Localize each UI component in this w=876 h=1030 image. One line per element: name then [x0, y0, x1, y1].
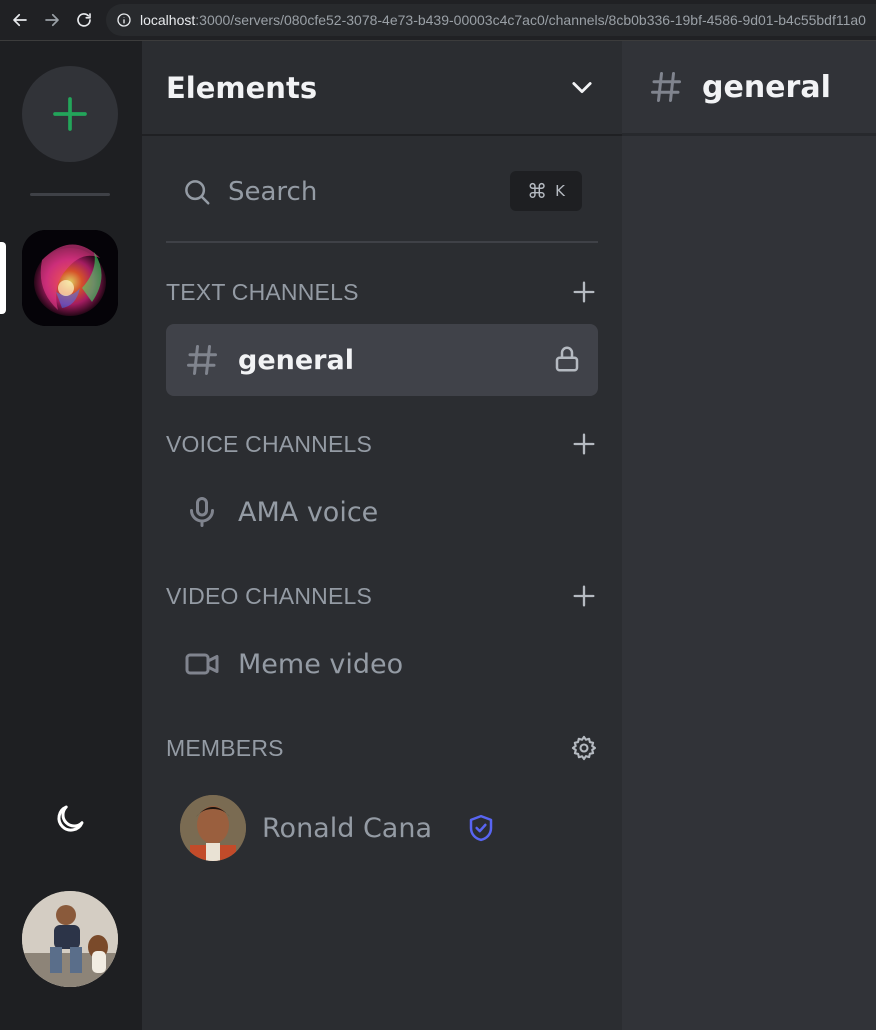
channel-sidebar: Elements Search ⌘ K TEXT CHANNELS genera… — [142, 41, 622, 1030]
search-icon — [185, 180, 210, 205]
back-button[interactable] — [4, 4, 36, 36]
reload-icon — [77, 13, 91, 27]
plus-icon — [53, 97, 87, 131]
address-bar[interactable]: localhost:3000/servers/080cfe52-3078-4e7… — [106, 4, 876, 36]
mic-icon — [190, 497, 214, 527]
section-text-channels: TEXT CHANNELS — [166, 272, 598, 312]
hash-icon — [651, 72, 681, 102]
server-header[interactable]: Elements — [142, 41, 622, 136]
add-voice-channel-icon[interactable] — [570, 430, 598, 458]
section-video-channels: VIDEO CHANNELS — [166, 576, 598, 616]
server-image — [22, 230, 118, 326]
section-members: MEMBERS — [166, 728, 598, 768]
shortcut-key: K — [555, 182, 565, 200]
command-key-icon: ⌘ — [527, 179, 548, 203]
theme-toggle-button[interactable] — [50, 799, 90, 839]
reload-button[interactable] — [68, 4, 100, 36]
forward-button[interactable] — [36, 4, 68, 36]
lock-icon — [555, 346, 579, 372]
active-server-indicator — [0, 242, 6, 314]
hash-icon — [187, 345, 217, 375]
search-button[interactable]: Search ⌘ K — [166, 157, 598, 227]
server-icon-elements[interactable] — [22, 230, 118, 326]
add-server-button[interactable] — [22, 66, 118, 162]
section-title: VOICE CHANNELS — [166, 430, 373, 457]
channel-name: AMA voice — [238, 496, 379, 528]
member-name: Ronald Cana — [262, 812, 433, 844]
section-title: TEXT CHANNELS — [166, 278, 359, 305]
sidebar-divider — [166, 241, 598, 243]
server-name: Elements — [166, 70, 318, 105]
channel-item-ama-voice[interactable]: AMA voice — [166, 476, 598, 548]
channel-name: Meme video — [238, 648, 404, 680]
moon-icon — [57, 805, 84, 832]
channel-item-general[interactable]: general — [166, 324, 598, 396]
browser-toolbar: localhost:3000/servers/080cfe52-3078-4e7… — [0, 0, 876, 41]
chat-header: general — [622, 41, 876, 136]
chevron-down-icon[interactable] — [568, 73, 596, 101]
gear-icon[interactable] — [570, 734, 598, 762]
chat-channel-name: general — [702, 69, 831, 105]
channel-item-meme-video[interactable]: Meme video — [166, 628, 598, 700]
section-title: VIDEO CHANNELS — [166, 582, 373, 609]
member-avatar-image — [180, 795, 246, 861]
member-avatar — [180, 795, 246, 861]
keyboard-shortcut: ⌘ K — [510, 171, 582, 211]
member-item-ronald-cana[interactable]: Ronald Cana — [180, 795, 560, 861]
video-icon — [185, 653, 219, 675]
add-text-channel-icon[interactable] — [570, 278, 598, 306]
url-path: :3000/servers/080cfe52-3078-4e73-b439-00… — [195, 12, 866, 28]
section-voice-channels: VOICE CHANNELS — [166, 424, 598, 464]
back-arrow-icon — [13, 13, 27, 27]
url-host: localhost — [140, 12, 196, 28]
search-label: Search — [228, 177, 318, 207]
rail-divider — [30, 193, 110, 196]
forward-arrow-icon — [45, 13, 59, 27]
shield-check-icon — [469, 814, 493, 842]
section-title: MEMBERS — [166, 734, 284, 761]
user-avatar[interactable] — [22, 891, 118, 987]
server-rail — [0, 41, 142, 1030]
avatar-image — [22, 891, 118, 987]
add-video-channel-icon[interactable] — [570, 582, 598, 610]
channel-name: general — [238, 344, 354, 376]
info-icon[interactable] — [116, 12, 132, 28]
chat-area: general — [622, 41, 876, 1030]
